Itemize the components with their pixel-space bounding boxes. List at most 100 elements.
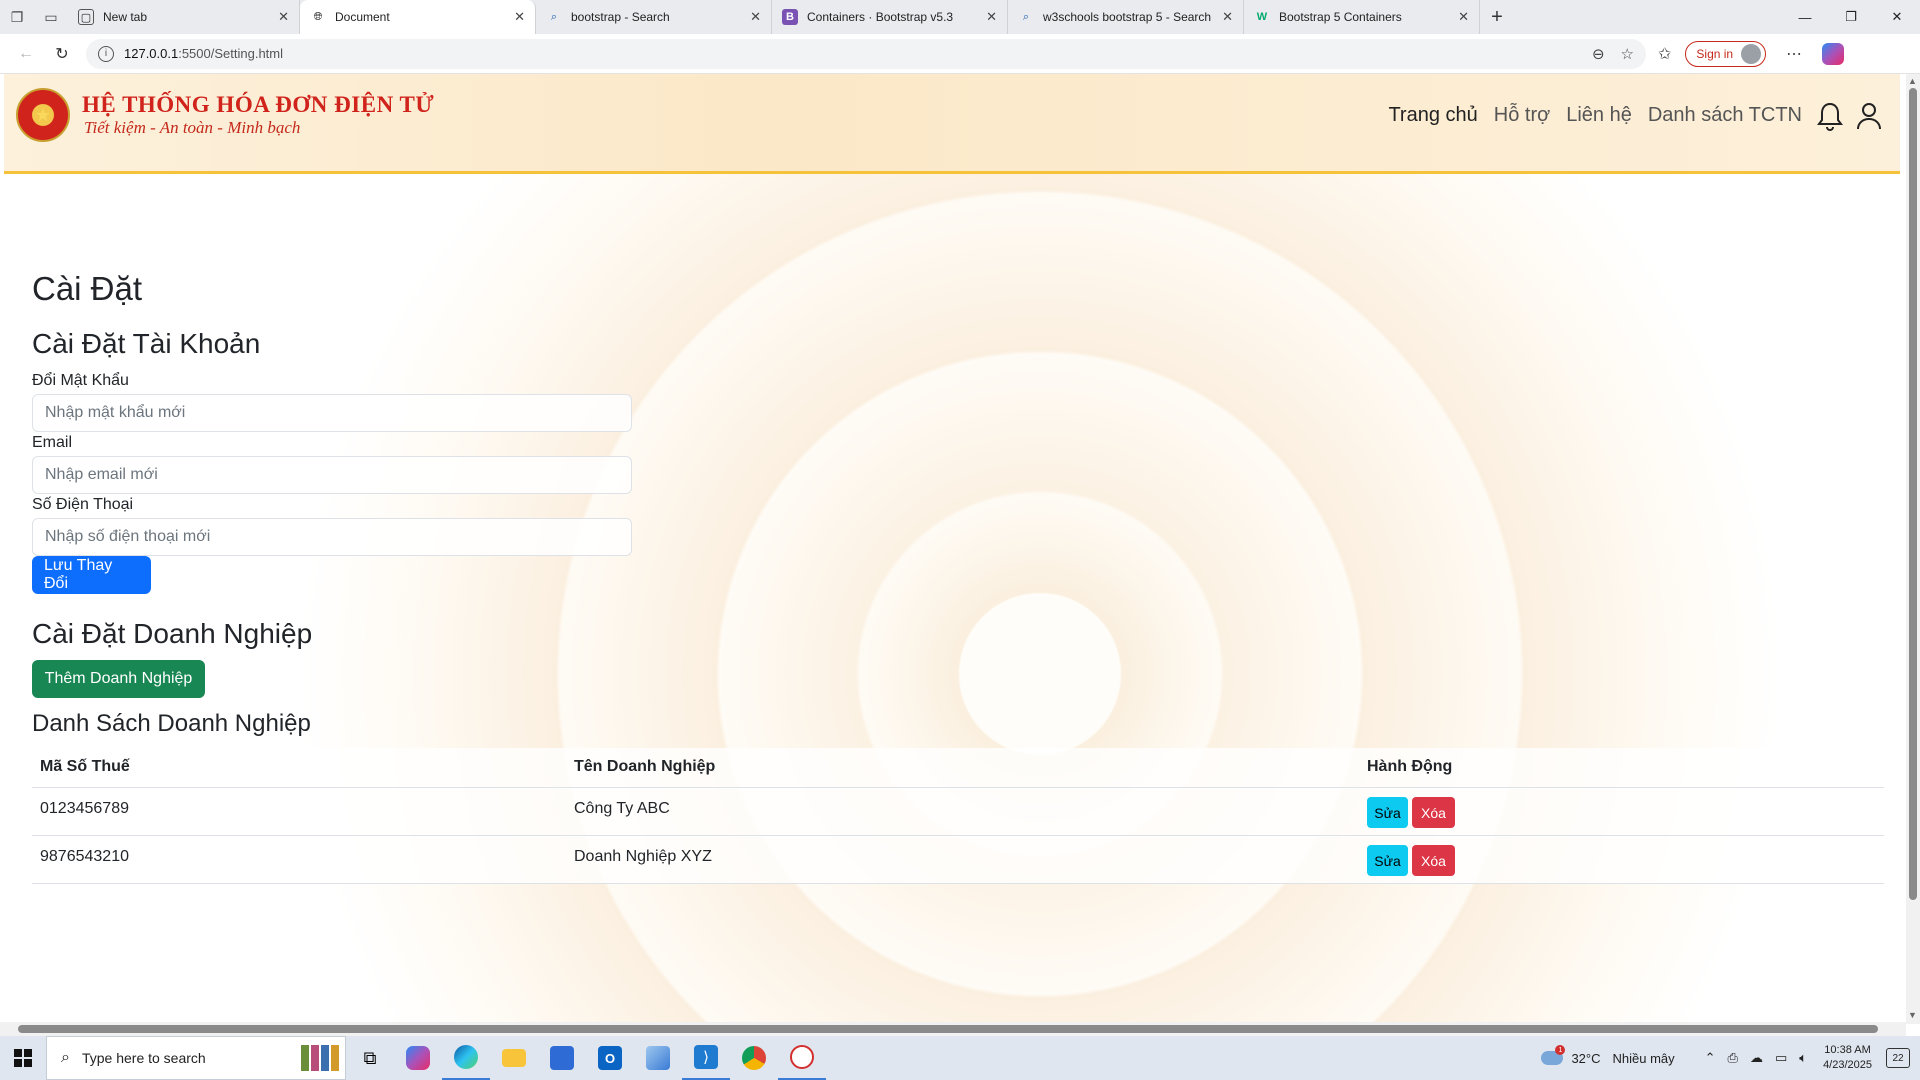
tab-w3schools-search[interactable]: ⌕ w3schools bootstrap 5 - Search ✕ [1008, 0, 1244, 34]
clock[interactable]: 10:38 AM 4/23/2025 [1823, 1043, 1872, 1073]
scroll-up-icon[interactable]: ▲ [1908, 76, 1917, 86]
url-host: 127.0.0.1 [124, 46, 179, 61]
bell-icon[interactable] [1816, 100, 1844, 132]
weather-badge: 1 [1555, 1045, 1566, 1055]
reader-icon[interactable]: ⊖ [1592, 45, 1605, 63]
email-input[interactable]: Nhập email mới [32, 456, 632, 494]
favorites-icon[interactable]: ✩ [1658, 44, 1671, 64]
meet-icon[interactable]: ⎙ [1728, 1050, 1738, 1066]
app-icon[interactable] [634, 1036, 682, 1080]
chrome-icon[interactable] [730, 1036, 778, 1080]
tab-title: Document [335, 10, 390, 24]
business-name-cell: Doanh Nghiệp XYZ [574, 848, 712, 865]
business-name-cell: Công Ty ABC [574, 800, 670, 817]
task-view-icon[interactable]: ⧉ [346, 1036, 394, 1080]
tab-bootstrap-search[interactable]: ⌕ bootstrap - Search ✕ [536, 0, 772, 34]
close-icon[interactable]: ✕ [986, 9, 997, 25]
page-viewport: ★ HỆ THỐNG HÓA ĐƠN ĐIỆN TỬ Tiết kiệm - A… [0, 74, 1906, 1024]
emblem-logo[interactable]: ★ [16, 88, 70, 142]
network-icon[interactable]: ▭ [1775, 1050, 1787, 1066]
password-input[interactable]: Nhập mật khẩu mới [32, 394, 632, 432]
clock-date: 4/23/2025 [1823, 1059, 1872, 1071]
tab-actions-icon[interactable]: ▭ [34, 0, 68, 34]
window-controls: — ❐ ✕ [1782, 0, 1920, 34]
copilot-icon[interactable] [1822, 42, 1845, 65]
save-changes-button[interactable]: Lưu Thay Đổi [32, 556, 151, 594]
scrollbar-thumb[interactable] [18, 1025, 1878, 1033]
vertical-scrollbar[interactable]: ▲ ▼ [1906, 74, 1920, 1024]
star-icon[interactable]: ☆ [1621, 45, 1634, 63]
outlook-icon[interactable]: O [586, 1036, 634, 1080]
newtab-icon: ▢ [78, 9, 94, 25]
close-icon[interactable]: ✕ [278, 9, 289, 25]
more-icon[interactable]: ⋯ [1786, 44, 1802, 64]
workspaces-icon[interactable]: ❐ [0, 0, 34, 34]
scroll-down-icon[interactable]: ▼ [1908, 1010, 1917, 1020]
clock-time: 10:38 AM [1824, 1044, 1871, 1056]
edit-button[interactable]: Sửa [1367, 845, 1408, 876]
avatar [1741, 43, 1762, 64]
volume-icon[interactable]: 🔈︎ [1799, 1050, 1807, 1066]
column-header-name: Tên Doanh Nghiệp [574, 758, 716, 775]
cloud-icon: 1 [1541, 1045, 1566, 1065]
restore-icon[interactable]: ❐ [1828, 0, 1874, 34]
table-row: 0123456789 Công Ty ABC Sửa Xóa [32, 788, 1884, 836]
url-path: :5500/Setting.html [178, 46, 284, 61]
site-header: ★ HỆ THỐNG HÓA ĐƠN ĐIỆN TỬ Tiết kiệm - A… [4, 74, 1900, 174]
tab-title: bootstrap - Search [571, 10, 670, 24]
horizontal-scrollbar[interactable] [0, 1022, 1906, 1036]
delete-button[interactable]: Xóa [1412, 797, 1455, 828]
close-window-icon[interactable]: ✕ [1874, 0, 1920, 34]
add-business-button[interactable]: Thêm Doanh Nghiệp [32, 660, 205, 698]
notification-app-icon[interactable] [778, 1036, 826, 1080]
close-icon[interactable]: ✕ [514, 9, 525, 25]
sign-in-button[interactable]: Sign in [1685, 40, 1767, 67]
close-icon[interactable]: ✕ [750, 9, 761, 25]
new-tab-button[interactable]: + [1480, 0, 1514, 34]
tab-document[interactable]: 🌐︎ Document ✕ [300, 0, 536, 34]
nav-tctn-list[interactable]: Danh sách TCTN [1648, 104, 1802, 127]
tab-bootstrap-containers[interactable]: B Containers · Bootstrap v5.3 ✕ [772, 0, 1008, 34]
refresh-icon[interactable]: ↻ [44, 36, 80, 72]
vscode-icon[interactable]: ⟩ [682, 1036, 730, 1080]
nav-home[interactable]: Trang chủ [1388, 104, 1477, 127]
search-highlight-icon [301, 1045, 339, 1071]
scrollbar-thumb[interactable] [1909, 88, 1917, 900]
chevron-up-icon[interactable]: ⌃ [1705, 1050, 1716, 1066]
taskbar-search-input[interactable]: ⌕ Type here to search [46, 1036, 346, 1080]
notification-center-icon[interactable]: 22 [1886, 1048, 1910, 1068]
close-icon[interactable]: ✕ [1222, 9, 1233, 25]
business-list-heading: Danh Sách Doanh Nghiệp [32, 710, 311, 737]
file-explorer-icon[interactable] [490, 1036, 538, 1080]
tab-title: Bootstrap 5 Containers [1279, 10, 1402, 24]
user-icon[interactable] [1854, 100, 1884, 132]
sign-in-label: Sign in [1696, 46, 1734, 61]
delete-button[interactable]: Xóa [1412, 845, 1455, 876]
cloud-sync-icon[interactable]: ☁ [1750, 1050, 1763, 1066]
edge-icon[interactable] [442, 1036, 490, 1080]
browser-toolbar: ← ↻ i 127.0.0.1:5500/Setting.html ⊖ ☆ ✩ … [0, 34, 1920, 74]
search-icon: ⌕ [1022, 10, 1030, 23]
windows-taskbar: ⌕ Type here to search ⧉ O ⟩ 1 32°C Nhiều… [0, 1036, 1920, 1080]
minimize-icon[interactable]: — [1782, 0, 1828, 34]
page-title: Cài Đặt [32, 270, 143, 307]
store-icon[interactable] [538, 1036, 586, 1080]
info-icon[interactable]: i [98, 45, 114, 62]
url-text: 127.0.0.1:5500/Setting.html [124, 46, 1576, 61]
tab-w3schools-containers[interactable]: W Bootstrap 5 Containers ✕ [1244, 0, 1480, 34]
business-table: Mã Số Thuế Tên Doanh Nghiệp Hành Động 01… [32, 748, 1884, 884]
back-icon[interactable]: ← [8, 36, 44, 72]
tab-new-tab[interactable]: ▢ New tab ✕ [68, 0, 300, 34]
weather-widget[interactable]: 1 32°C Nhiều mây [1541, 1045, 1675, 1066]
copilot-taskbar-icon[interactable] [394, 1036, 442, 1080]
search-icon: ⌕ [550, 10, 558, 23]
close-icon[interactable]: ✕ [1458, 9, 1469, 25]
nav-contact[interactable]: Liên hệ [1566, 104, 1632, 127]
nav-support[interactable]: Hỗ trợ [1494, 104, 1550, 127]
windows-start-icon[interactable] [0, 1036, 46, 1080]
edit-button[interactable]: Sửa [1367, 797, 1408, 828]
weather-desc: Nhiều mây [1612, 1050, 1675, 1066]
address-bar[interactable]: i 127.0.0.1:5500/Setting.html ⊖ ☆ [86, 38, 1646, 69]
phone-input[interactable]: Nhập số điện thoại mới [32, 518, 632, 556]
business-settings-heading: Cài Đặt Doanh Nghiệp [32, 618, 313, 649]
